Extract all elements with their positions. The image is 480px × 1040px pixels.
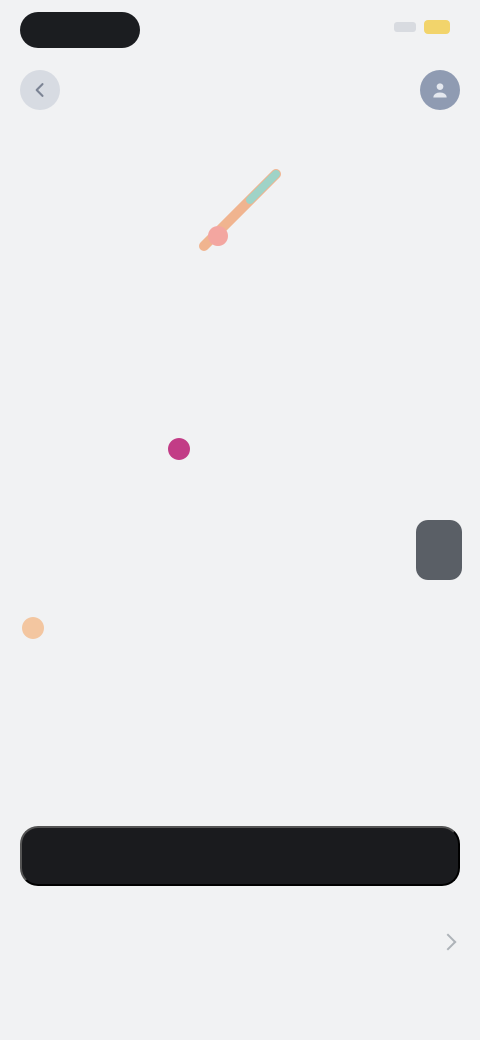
- product-image: [199, 169, 281, 251]
- status-indicators: [394, 20, 450, 34]
- primary-action-button[interactable]: [20, 826, 460, 886]
- battery-icon: [424, 20, 450, 34]
- status-time-pill: [20, 12, 140, 48]
- stats-row: [0, 700, 480, 722]
- back-button[interactable]: [20, 70, 60, 110]
- seller-info[interactable]: [168, 438, 200, 460]
- stat-3: [316, 700, 456, 722]
- badge-icon: [22, 617, 44, 639]
- user-button[interactable]: [420, 70, 460, 110]
- info-line-3: [22, 617, 54, 639]
- user-icon: [433, 83, 447, 98]
- details-row[interactable]: [22, 933, 460, 951]
- seller-avatar: [168, 438, 190, 460]
- side-handle[interactable]: [416, 520, 462, 580]
- signal-icon: [394, 22, 416, 32]
- stat-1: [24, 700, 164, 722]
- chevron-left-icon: [35, 83, 44, 97]
- stat-2: [170, 700, 310, 722]
- chevron-right-icon: [439, 933, 457, 951]
